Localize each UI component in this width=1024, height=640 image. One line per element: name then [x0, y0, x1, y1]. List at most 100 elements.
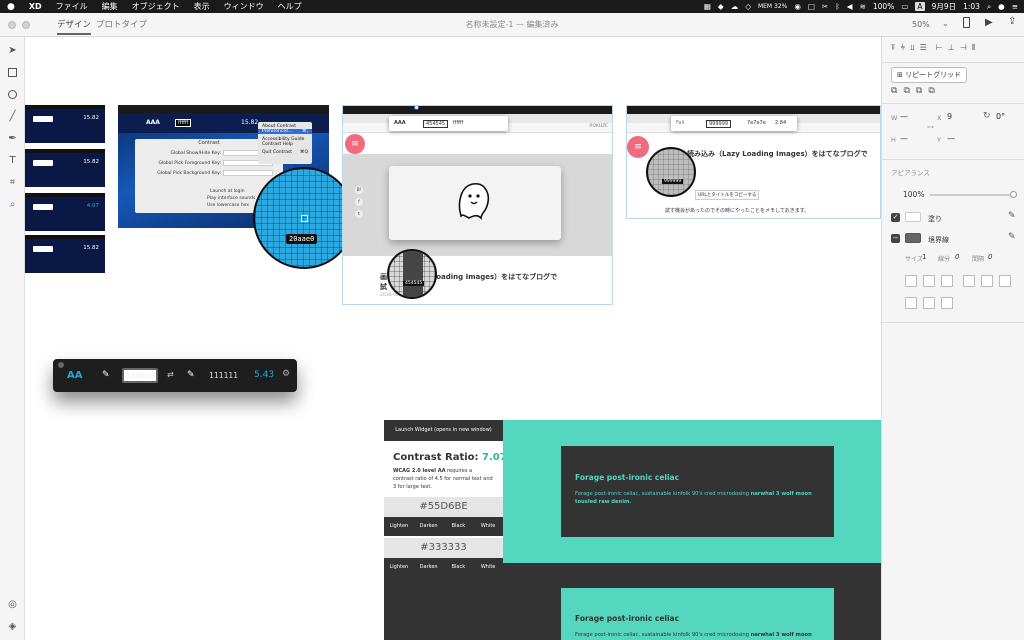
device-preview-icon[interactable]: [963, 17, 970, 28]
menu-view[interactable]: 表示: [187, 1, 217, 12]
chevron-down-icon[interactable]: ⌄: [942, 19, 949, 28]
white-button-2[interactable]: White: [473, 558, 503, 577]
bg-hex-value[interactable]: 111111: [209, 371, 238, 380]
gear-icon[interactable]: ⚙: [282, 369, 290, 379]
fill-eyedropper-icon[interactable]: ✎: [1008, 211, 1016, 221]
black-button[interactable]: Black: [444, 517, 474, 536]
menu-help[interactable]: ヘルプ: [271, 1, 309, 12]
lighten-button[interactable]: Lighten: [384, 517, 414, 536]
menu-item-about[interactable]: About Contrast: [258, 122, 312, 129]
assets-icon[interactable]: ◎: [7, 599, 18, 610]
menu-item-preferences[interactable]: Preferences... ⌘,: [258, 129, 312, 134]
h-input[interactable]: —: [900, 134, 908, 143]
distribute-v-icon[interactable]: ☰: [920, 43, 927, 55]
canvas[interactable]: 15.82 15.82 4.07 15.82 AAA ffffff 15.82 …: [25, 37, 881, 640]
distribute-h-icon[interactable]: ⦀: [972, 43, 976, 55]
pixel-icon[interactable]: ▦: [704, 2, 711, 11]
subtract-icon[interactable]: ⧉: [903, 86, 909, 96]
stroke-center-icon[interactable]: [923, 275, 935, 287]
dropbox-icon[interactable]: ◇: [745, 2, 751, 11]
menu-object[interactable]: オブジェクト: [125, 1, 187, 12]
join-bevel-icon[interactable]: [999, 275, 1011, 287]
list-icon[interactable]: ≡: [1012, 2, 1018, 11]
volume-icon[interactable]: ◀: [847, 2, 853, 11]
size-input[interactable]: 1: [922, 253, 926, 261]
menu-item-guide[interactable]: Accessibility Guide: [258, 134, 312, 142]
stroke-outer-icon[interactable]: [941, 275, 953, 287]
color-input-1[interactable]: #55D6BE: [384, 497, 503, 517]
eye-icon[interactable]: ◉: [794, 2, 801, 11]
lock-icon[interactable]: ⊶: [927, 123, 934, 131]
cap-square-icon[interactable]: [941, 297, 953, 309]
ellipse-tool-icon[interactable]: [7, 89, 18, 100]
battery-icon[interactable]: ▭: [901, 2, 908, 11]
black-button-2[interactable]: Black: [444, 558, 474, 577]
fill-checkbox[interactable]: ✓: [891, 213, 900, 222]
panel-close-button[interactable]: [58, 362, 64, 368]
selection-handle[interactable]: [414, 106, 419, 110]
search-icon[interactable]: ⌕: [987, 2, 991, 12]
menu-edit[interactable]: 編集: [95, 1, 125, 12]
hamburger-button[interactable]: ≡: [345, 134, 365, 154]
align-center-icon[interactable]: ⊥: [948, 43, 955, 55]
play-icon[interactable]: ▶: [985, 17, 993, 28]
align-left-icon[interactable]: ⊢: [936, 43, 943, 55]
join-miter-icon[interactable]: [963, 275, 975, 287]
exclude-icon[interactable]: ⧉: [928, 86, 934, 96]
rectangle-tool-icon[interactable]: [7, 67, 18, 78]
eyedropper-icon[interactable]: ✎: [102, 370, 110, 380]
lighten-button-2[interactable]: Lighten: [384, 558, 414, 577]
cloud-icon[interactable]: ☁: [731, 2, 739, 11]
menu-file[interactable]: ファイル: [49, 1, 95, 12]
scissors-icon[interactable]: ✂: [822, 2, 828, 11]
pen-tool-icon[interactable]: ✒: [7, 133, 18, 144]
menu-window[interactable]: ウィンドウ: [217, 1, 271, 12]
date-label[interactable]: 9月9日: [932, 1, 957, 12]
select-tool-icon[interactable]: ➤: [7, 45, 18, 56]
intersect-icon[interactable]: ⧉: [916, 86, 922, 96]
align-top-icon[interactable]: ⫪: [891, 43, 896, 55]
zoom-select[interactable]: 50%: [912, 20, 930, 29]
hamburger-button[interactable]: ≡: [627, 136, 649, 158]
darken-button-2[interactable]: Darken: [414, 558, 444, 577]
artboard-tool-icon[interactable]: ⌗: [7, 177, 18, 188]
border-eyedropper-icon[interactable]: ✎: [1008, 232, 1016, 242]
key-field-3[interactable]: [223, 170, 273, 176]
cap-round-icon[interactable]: [923, 297, 935, 309]
app-menu[interactable]: XD: [22, 2, 49, 11]
opacity-slider[interactable]: [930, 191, 1017, 198]
evernote-icon[interactable]: ◆: [718, 2, 724, 11]
share-icon-b[interactable]: B!: [355, 186, 363, 194]
input-icon[interactable]: A: [915, 2, 925, 11]
y-input[interactable]: —: [947, 134, 955, 143]
square-icon[interactable]: □: [808, 2, 815, 11]
share-icon[interactable]: ⇪: [1008, 16, 1016, 27]
opacity-value[interactable]: 100%: [903, 190, 924, 199]
join-round-icon[interactable]: [981, 275, 993, 287]
fg-hex-input[interactable]: 55d6be: [122, 368, 158, 383]
text-tool-icon[interactable]: T: [7, 155, 18, 166]
repeat-grid-button[interactable]: ⊞ リピートグリッド: [891, 67, 968, 83]
menu-item-quit[interactable]: Quit Contrast ⌘Q: [258, 147, 312, 155]
user-icon[interactable]: ●: [998, 2, 1005, 11]
border-swatch[interactable]: [905, 233, 921, 243]
fill-swatch[interactable]: [905, 212, 921, 222]
time-label[interactable]: 1:03: [963, 2, 980, 11]
wifi-icon[interactable]: ≋: [860, 2, 866, 11]
zoom-tool-icon[interactable]: ⌕: [7, 199, 18, 210]
launch-widget-button[interactable]: Launch Widget (opens in new window): [384, 420, 503, 441]
play-sounds-option[interactable]: Play interface sounds: [207, 196, 255, 201]
x-input[interactable]: 9: [947, 112, 952, 121]
opacity-slider-knob[interactable]: [1010, 191, 1017, 198]
add-shape-icon[interactable]: ⧉: [891, 86, 897, 96]
rotation-input[interactable]: 0°: [996, 112, 1005, 121]
bluetooth-icon[interactable]: ᛒ: [835, 2, 840, 11]
lowercase-hex-option[interactable]: Use lowercase hex: [207, 203, 249, 208]
border-checkbox[interactable]: −: [891, 234, 900, 243]
eyedropper-icon-2[interactable]: ✎: [187, 370, 195, 380]
align-right-icon[interactable]: ⊣: [960, 43, 967, 55]
white-button[interactable]: White: [473, 517, 503, 536]
apple-icon[interactable]: ●: [0, 2, 22, 12]
line-tool-icon[interactable]: ╱: [7, 111, 18, 122]
w-input[interactable]: —: [900, 112, 908, 121]
